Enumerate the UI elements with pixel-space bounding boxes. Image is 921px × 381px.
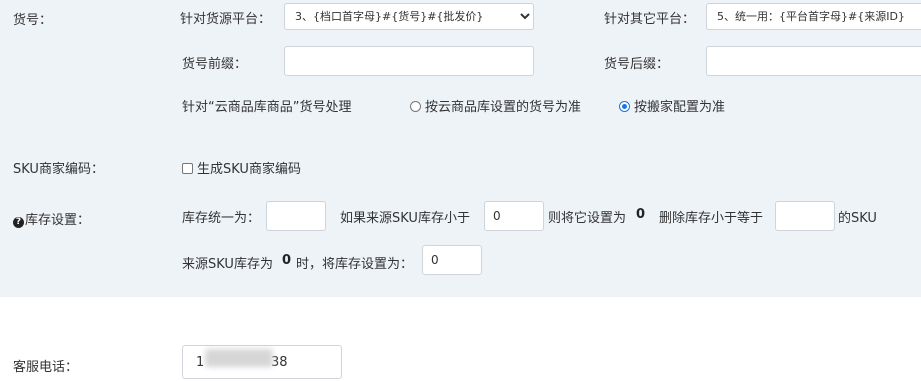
cloud-option-2-text: 按搬家配置为准 <box>634 100 726 115</box>
stock-if-less-input[interactable] <box>484 201 544 231</box>
generate-sku-code-checkbox[interactable] <box>182 163 193 174</box>
sku-code-label: SKU商家编码： <box>13 162 104 177</box>
phone-start: 1 <box>196 355 205 370</box>
stock-zero-value: 0 <box>282 253 292 268</box>
cloud-option-1-text: 按云商品库设置的货号为准 <box>425 100 582 115</box>
service-phone-label: 客服电话： <box>13 360 79 375</box>
suffix-input[interactable] <box>706 46 921 76</box>
other-platform-label: 针对其它平台： <box>604 12 696 27</box>
prefix-label: 货号前缀： <box>182 57 248 72</box>
cloud-option-1[interactable]: 按云商品库设置的货号为准 <box>410 96 581 115</box>
source-platform-label: 针对货源平台： <box>180 12 272 27</box>
stock-label-wrap: ? 库存设置： <box>13 209 90 228</box>
other-platform-select[interactable]: 5、统一用：{平台首字母}#{来源ID} <box>706 3 921 30</box>
stock-delete-input[interactable] <box>775 201 835 231</box>
cloud-option-2[interactable]: 按搬家配置为准 <box>619 96 725 115</box>
stock-zero-label-b: 时，将库存设置为： <box>296 257 414 272</box>
source-platform-select[interactable]: 3、{档口首字母}#{货号}#{批发价} <box>284 3 534 30</box>
stock-set-to-value: 0 <box>636 207 646 222</box>
redaction-blur <box>205 349 273 367</box>
question-circle-icon[interactable]: ? <box>13 217 24 228</box>
prefix-input[interactable] <box>284 46 534 76</box>
stock-set-to-label: 则将它设置为 <box>548 211 627 226</box>
stock-label: 库存设置： <box>25 213 91 228</box>
stock-delete-suffix: 的SKU <box>838 211 877 226</box>
sku-code-checkbox-label: 生成SKU商家编码 <box>197 162 301 177</box>
stock-delete-label: 删除库存小于等于 <box>659 211 764 226</box>
suffix-label: 货号后缀： <box>604 57 670 72</box>
stock-zero-label-a: 来源SKU库存为 <box>182 257 273 272</box>
sku-code-checkbox-wrap[interactable]: 生成SKU商家编码 <box>182 158 301 177</box>
radio-cloud-setting[interactable] <box>410 101 421 112</box>
cloud-handling-label: 针对“云商品库商品”货号处理 <box>182 100 352 115</box>
sku-label: 货号： <box>13 13 53 28</box>
stock-if-less-label: 如果来源SKU库存小于 <box>340 211 470 226</box>
stock-unify-input[interactable] <box>266 201 326 231</box>
stock-zero-input[interactable] <box>422 245 482 275</box>
radio-move-config[interactable] <box>619 101 630 112</box>
phone-end: 38 <box>271 355 288 370</box>
stock-unify-label: 库存统一为： <box>182 211 261 226</box>
